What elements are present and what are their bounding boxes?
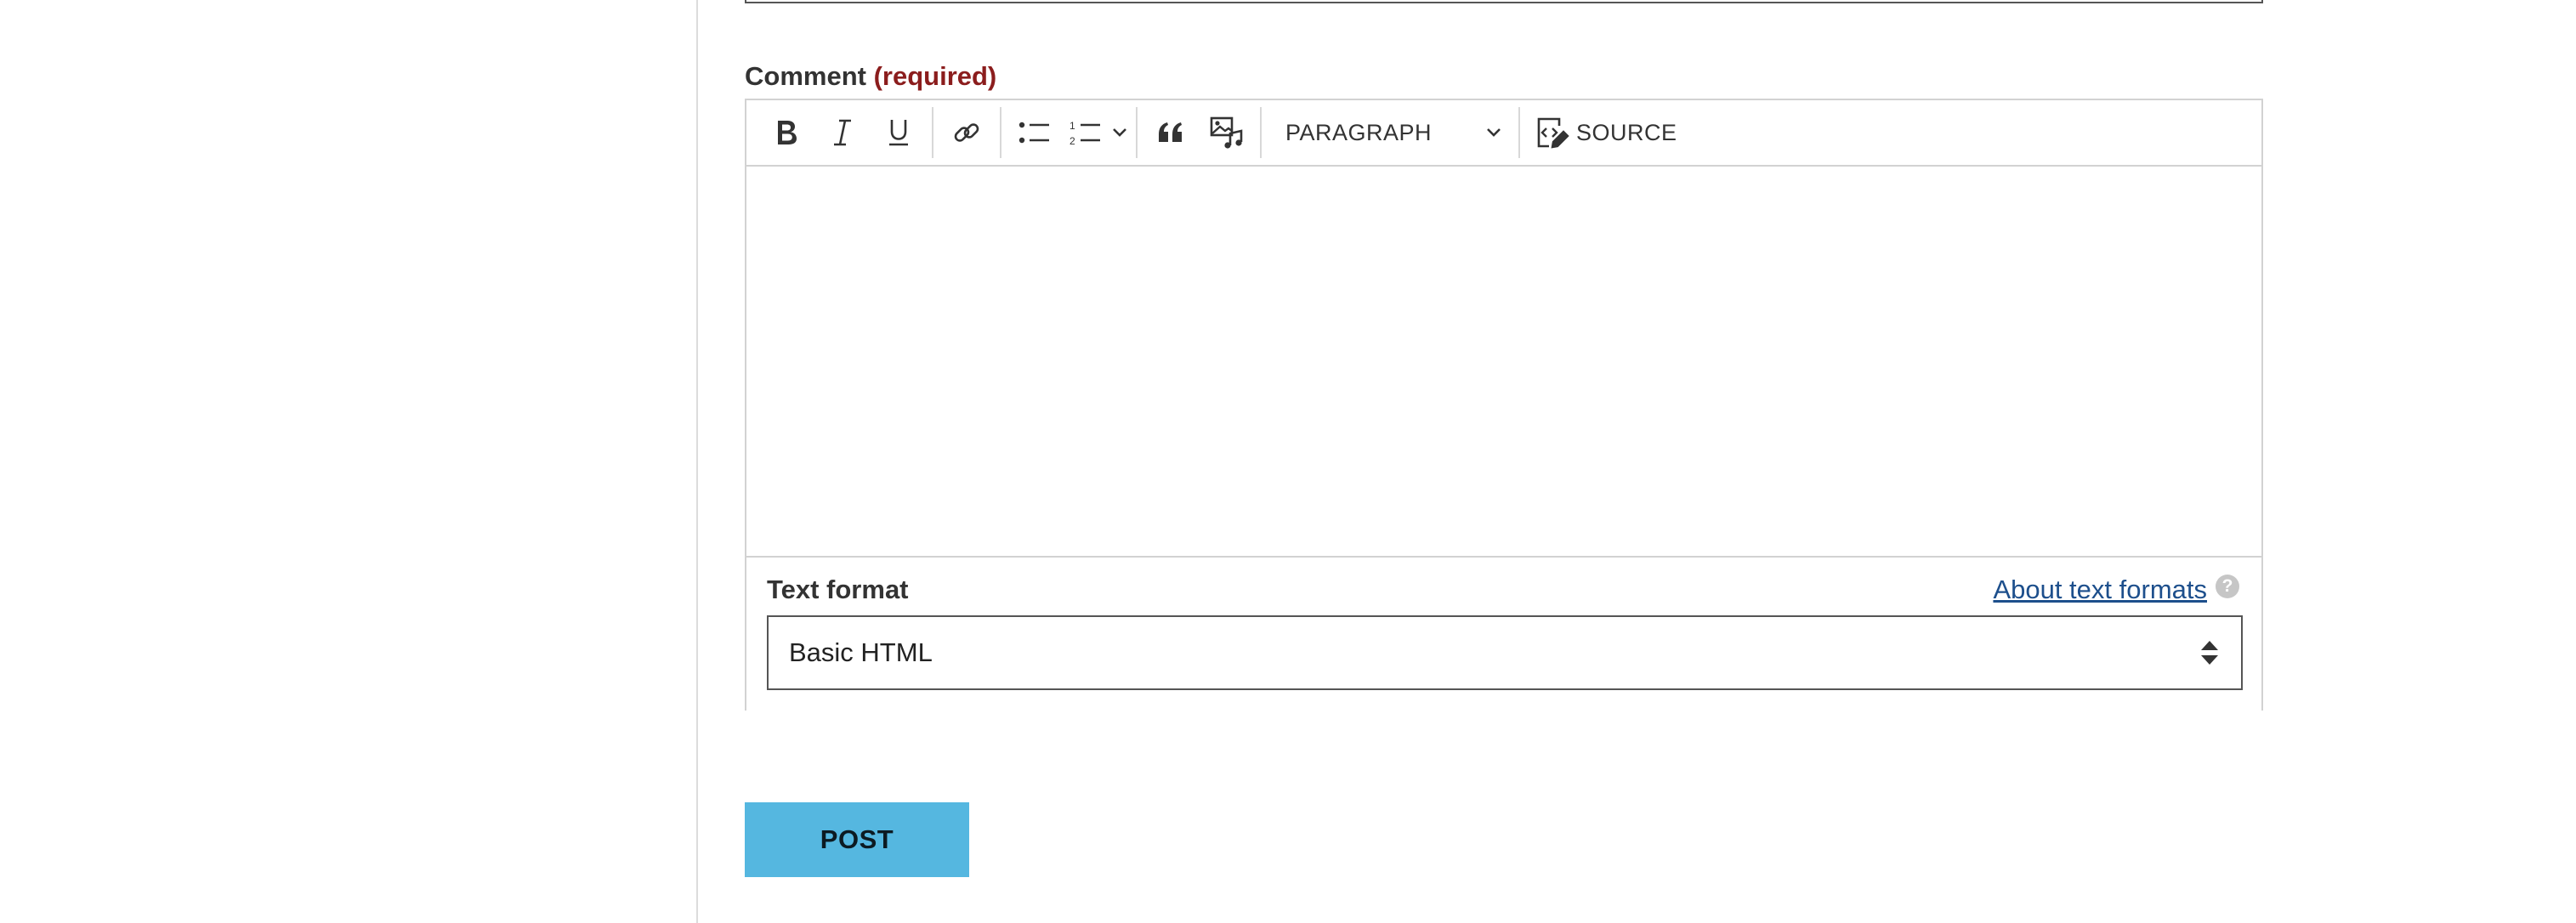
source-button-label: SOURCE [1576, 119, 1677, 145]
toolbar-separator [1260, 107, 1262, 158]
text-format-selected-value: Basic HTML [789, 637, 933, 667]
source-button[interactable]: SOURCE [1525, 106, 1686, 159]
underline-button[interactable] [871, 106, 927, 159]
page: Comment (required) 1 2 PARAGRAPH SOURCE … [0, 0, 2576, 923]
comment-label-text: Comment [745, 61, 866, 91]
chevron-down-icon [1113, 128, 1126, 137]
text-format-label: Text format [767, 575, 909, 604]
post-button[interactable]: POST [745, 802, 969, 877]
bold-button[interactable] [758, 106, 814, 159]
italic-icon [834, 119, 851, 146]
comment-editable-area[interactable] [746, 167, 2261, 556]
link-button[interactable] [939, 106, 995, 159]
help-icon[interactable]: ? [2216, 575, 2239, 598]
toolbar-separator [1000, 107, 1001, 158]
heading-dropdown-value: PARAGRAPH [1285, 119, 1433, 145]
link-icon [954, 123, 979, 142]
svg-text:1: 1 [1070, 120, 1075, 132]
numbered-list-icon: 1 2 [1070, 120, 1100, 147]
svg-text:2: 2 [1070, 135, 1075, 147]
chevron-down-icon [1487, 128, 1501, 137]
text-format-section: Text format About text formats ? Basic H… [746, 556, 2261, 711]
previous-field-bottom-edge [745, 0, 2263, 3]
blockquote-icon [1159, 122, 1182, 142]
comment-label: Comment (required) [745, 61, 996, 92]
select-updown-icon [2201, 641, 2218, 665]
toolbar-separator [1136, 107, 1138, 158]
editor-toolbar: 1 2 PARAGRAPH SOURCE [746, 100, 2261, 167]
source-edit-icon [1537, 117, 1569, 149]
italic-button[interactable] [814, 106, 871, 159]
comment-editor: 1 2 PARAGRAPH SOURCE Text format About t… [745, 99, 2263, 711]
bulleted-list-button[interactable] [1007, 106, 1063, 159]
toolbar-separator [1518, 107, 1520, 158]
required-indicator: (required) [873, 61, 997, 91]
media-icon [1210, 116, 1243, 149]
text-format-select[interactable]: Basic HTML [767, 615, 2243, 690]
heading-dropdown[interactable]: PARAGRAPH [1267, 106, 1513, 159]
insert-media-button[interactable] [1199, 106, 1255, 159]
bold-icon [778, 121, 797, 144]
blockquote-button[interactable] [1143, 106, 1199, 159]
bulleted-list-icon [1018, 122, 1049, 144]
underline-icon [889, 120, 908, 146]
numbered-list-options-toggle[interactable] [1109, 106, 1131, 159]
about-text-formats-link[interactable]: About text formats [1993, 575, 2207, 605]
toolbar-separator [932, 107, 933, 158]
numbered-list-button[interactable]: 1 2 [1063, 106, 1109, 159]
left-column-divider [696, 0, 698, 923]
